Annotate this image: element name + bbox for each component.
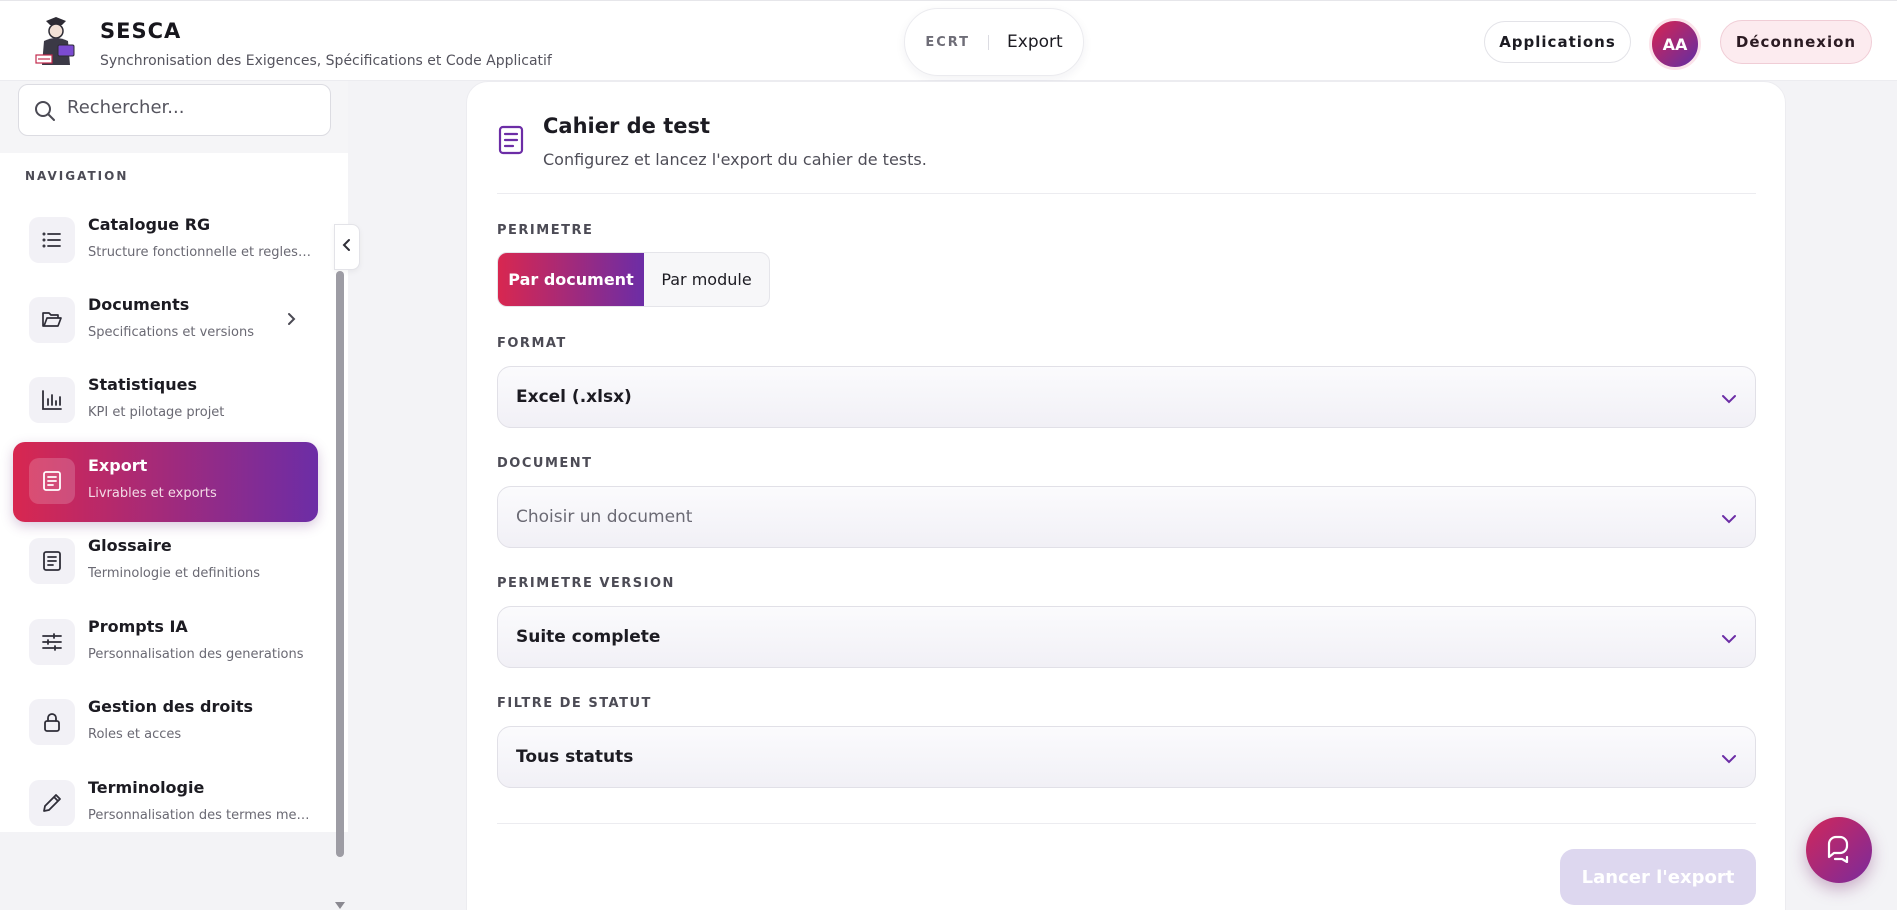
card-title: Cahier de test	[543, 114, 711, 138]
format-selected-value: Excel (.xlsx)	[516, 387, 632, 407]
launch-export-button[interactable]: Lancer l'export	[1560, 849, 1756, 905]
sidebar-item-subtitle: Personnalisation des termes metier	[88, 808, 313, 823]
document-icon	[29, 458, 75, 504]
divider	[497, 193, 1756, 194]
sidebar-item-terminologie[interactable]: Terminologie Personnalisation des termes…	[13, 764, 318, 844]
sidebar-item-label: Statistiques	[88, 375, 197, 394]
sidebar-item-label: Export	[88, 456, 148, 475]
chevron-down-icon	[1721, 390, 1737, 409]
nav-section-title: NAVIGATION	[25, 169, 129, 183]
export-card: Cahier de test Configurez et lancez l'ex…	[466, 81, 1786, 910]
filtre-statut-selected-value: Tous statuts	[516, 747, 634, 767]
sidebar-item-label: Gestion des droits	[88, 697, 253, 716]
perimetre-version-label: PERIMETRE VERSION	[497, 576, 675, 591]
chat-assistant-button[interactable]	[1806, 817, 1872, 883]
breadcrumb-current-page: Export	[1007, 32, 1063, 52]
perimetre-toggle: Par document Par module	[497, 252, 770, 307]
divider	[497, 823, 1756, 824]
pencil-icon	[29, 780, 75, 826]
book-icon	[497, 124, 529, 158]
scrollbar-thumb[interactable]	[336, 271, 344, 857]
sidebar-item-label: Terminologie	[88, 778, 205, 797]
perimetre-version-selected-value: Suite complete	[516, 627, 661, 647]
sidebar-item-subtitle: Livrables et exports	[88, 486, 217, 501]
sidebar-item-subtitle: Roles et acces	[88, 727, 182, 742]
sidebar-item-catalogue-rg[interactable]: Catalogue RG Structure fonctionnelle et …	[13, 201, 318, 281]
perimetre-label: PERIMETRE	[497, 223, 594, 238]
app-logo[interactable]	[32, 15, 80, 69]
chevron-down-icon	[1721, 510, 1737, 529]
breadcrumb-app[interactable]: ECRT	[925, 34, 990, 50]
sidebar-item-label: Prompts IA	[88, 617, 188, 636]
sidebar-item-label: Glossaire	[88, 536, 172, 555]
search-input[interactable]	[67, 97, 317, 118]
format-label: FORMAT	[497, 336, 567, 351]
breadcrumb: ECRT Export	[904, 8, 1084, 76]
search-box[interactable]	[18, 84, 331, 136]
brand-subtitle: Synchronisation des Exigences, Spécifica…	[100, 53, 552, 69]
perimetre-option-par-document[interactable]: Par document	[498, 253, 644, 306]
sidebar-item-subtitle: KPI et pilotage projet	[88, 405, 225, 420]
filtre-statut-label: FILTRE DE STATUT	[497, 696, 652, 711]
logout-button[interactable]: Déconnexion	[1720, 20, 1872, 64]
search-icon	[33, 99, 57, 123]
sidebar: NAVIGATION Catalogue RG Structure foncti…	[0, 81, 360, 909]
sidebar-search-area	[0, 81, 348, 153]
sidebar-collapse-button[interactable]	[334, 224, 360, 270]
sidebar-item-prompts-ia[interactable]: Prompts IA Personnalisation des generati…	[13, 603, 318, 683]
scroll-down-arrow-icon[interactable]	[334, 896, 346, 910]
chevron-down-icon	[1721, 630, 1737, 649]
sidebar-item-label: Documents	[88, 295, 190, 314]
perimetre-version-select[interactable]: Suite complete	[497, 606, 1756, 668]
folder-icon	[29, 297, 75, 343]
sidebar-item-subtitle: Terminologie et definitions	[88, 566, 261, 581]
sidebar-item-statistiques[interactable]: Statistiques KPI et pilotage projet	[13, 361, 318, 441]
applications-button[interactable]: Applications	[1484, 21, 1631, 63]
sidebar-item-documents[interactable]: Documents Specifications et versions	[13, 281, 318, 361]
top-header: SESCA Synchronisation des Exigences, Spé…	[0, 0, 1897, 81]
brand-title: SESCA	[100, 19, 182, 43]
document-icon	[29, 538, 75, 584]
sidebar-scrollbar[interactable]	[333, 271, 347, 910]
document-placeholder: Choisir un document	[516, 507, 693, 527]
format-select[interactable]: Excel (.xlsx)	[497, 366, 1756, 428]
lock-icon	[29, 699, 75, 745]
sidebar-item-subtitle: Specifications et versions	[88, 325, 254, 340]
chat-bubble-icon	[1824, 833, 1854, 867]
user-avatar[interactable]: AA	[1649, 18, 1701, 70]
sidebar-item-gestion-des-droits[interactable]: Gestion des droits Roles et acces	[13, 683, 318, 763]
chevron-right-icon[interactable]	[285, 311, 297, 331]
chevron-left-icon	[342, 237, 352, 257]
chevron-down-icon	[1721, 750, 1737, 769]
perimetre-option-par-module[interactable]: Par module	[644, 253, 769, 306]
sidebar-item-subtitle: Structure fonctionnelle et regles metier	[88, 245, 313, 260]
sidebar-item-export[interactable]: Export Livrables et exports	[13, 442, 318, 522]
sidebar-item-glossaire[interactable]: Glossaire Terminologie et definitions	[13, 522, 318, 602]
sidebar-item-label: Catalogue RG	[88, 215, 211, 234]
bar-chart-icon	[29, 377, 75, 423]
card-subtitle: Configurez et lancez l'export du cahier …	[543, 150, 927, 169]
sidebar-item-subtitle: Personnalisation des generations	[88, 647, 304, 662]
document-select[interactable]: Choisir un document	[497, 486, 1756, 548]
filtre-statut-select[interactable]: Tous statuts	[497, 726, 1756, 788]
list-icon	[29, 217, 75, 263]
document-label: DOCUMENT	[497, 456, 593, 471]
sliders-icon	[29, 619, 75, 665]
